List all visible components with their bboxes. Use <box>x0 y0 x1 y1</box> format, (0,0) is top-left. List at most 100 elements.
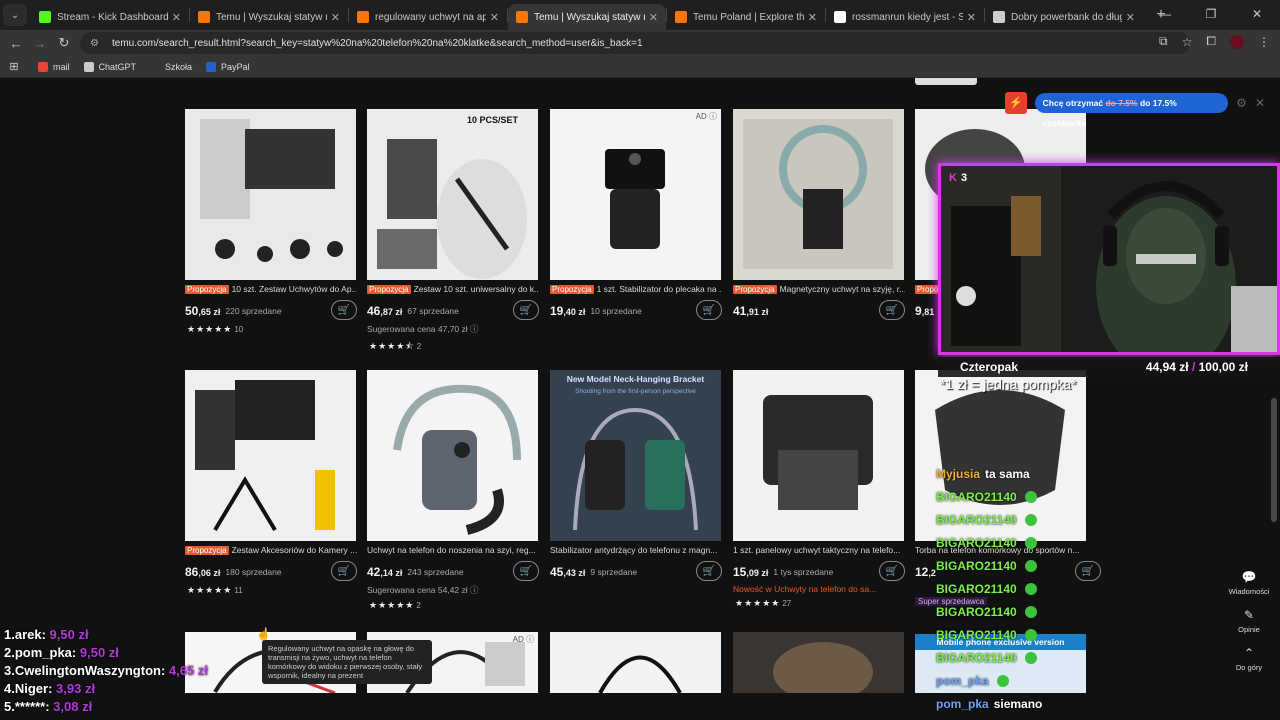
add-to-cart-icon[interactable]: 🛒 <box>331 561 357 581</box>
cashback-button[interactable]: Chcę otrzymać do 7.5% do 17.5% cashbacku <box>1034 93 1229 128</box>
bookmark-item[interactable]: ChatGPT <box>83 61 136 72</box>
product-card[interactable]: AD ⓘ Propozycja 1 szt. Stabilizator do ple… <box>550 109 722 320</box>
reload-icon[interactable]: ↻ <box>52 35 76 51</box>
tab-3[interactable]: regulowany uchwyt na aparat ✕ <box>349 4 507 30</box>
close-tab-icon[interactable]: ✕ <box>649 11 658 24</box>
add-to-cart-icon[interactable]: 🛒 <box>513 561 539 581</box>
bookmark-item[interactable]: Szkoła <box>150 61 192 72</box>
add-to-cart-icon[interactable]: 🛒 <box>696 561 722 581</box>
product-image[interactable] <box>733 370 904 541</box>
viewer-count: K3 <box>949 172 967 184</box>
product-card[interactable]: 10 PCS/SET Propozycja Zestaw 10 szt. uniw… <box>367 109 539 355</box>
tab-5[interactable]: Temu Poland | Explore the Latest ✕ <box>667 4 825 30</box>
back-icon[interactable]: ← <box>4 36 28 51</box>
chat-username: BIGARO21140 <box>936 627 1017 642</box>
rating-count: 11 <box>234 586 243 595</box>
product-title-text: Zestaw Akcesoriów do Kamery ... <box>231 545 357 555</box>
leaderboard-amount: 9,50 zł <box>49 627 89 642</box>
product-title-text: Stabilizator antydrżący do telefonu z ma… <box>550 545 718 555</box>
tab-6[interactable]: rossmanrun kiedy jest - Szukaj ✕ <box>826 4 984 30</box>
product-card[interactable]: Propozycja Zestaw Akcesoriów do Kamery ..… <box>185 370 357 596</box>
close-tab-icon[interactable]: ✕ <box>808 11 817 24</box>
product-image[interactable] <box>185 370 356 541</box>
tab-1[interactable]: Stream - Kick Dashboard ✕ <box>31 4 189 30</box>
minimize-icon[interactable]: — <box>1142 0 1188 30</box>
price-main: 45 <box>550 565 564 579</box>
add-to-cart-icon[interactable]: 🛒 <box>696 300 722 320</box>
product-image[interactable] <box>733 109 904 280</box>
product-image[interactable] <box>550 632 721 693</box>
product-title[interactable]: Stabilizator antydrżący do telefonu z ma… <box>550 545 722 557</box>
close-tab-icon[interactable]: ✕ <box>967 11 976 24</box>
add-to-cart-icon[interactable]: 🛒 <box>331 300 357 320</box>
bookmark-item[interactable]: mail <box>38 61 70 72</box>
price-row: 86,06 zł 180 sprzedane 🛒 <box>185 561 357 581</box>
close-window-icon[interactable]: ✕ <box>1234 0 1280 30</box>
apps-grid-icon[interactable]: ⊞ <box>0 60 28 73</box>
cast-icon[interactable]: ⧉ <box>1159 34 1168 49</box>
menu-icon[interactable]: ⋮ <box>1258 35 1270 49</box>
right-nav-opinie[interactable]: ✎ Opinie <box>1228 608 1270 634</box>
add-to-cart-icon[interactable]: 🛒 <box>879 561 905 581</box>
product-image[interactable] <box>185 109 356 280</box>
chat-username: BIGARO21140 <box>936 650 1017 665</box>
right-nav-dogry[interactable]: ⌃ Do góry <box>1228 646 1270 672</box>
product-title[interactable]: Propozycja 10 szt. Zestaw Uchwytów do Ap.… <box>185 284 357 296</box>
price: 42,14 zł <box>367 565 402 579</box>
donation-goal-bar: Czteropak 44,94 zł / 100,00 zł <box>938 357 1280 377</box>
bookmark-item[interactable]: PayPal <box>206 61 250 72</box>
close-tab-icon[interactable]: ✕ <box>331 11 340 24</box>
bookmark-star-icon[interactable]: ☆ <box>1182 35 1193 49</box>
close-icon[interactable]: ✕ <box>1255 96 1265 110</box>
scrollbar-thumb[interactable] <box>1271 398 1277 522</box>
product-title[interactable]: Propozycja Magnetyczny uchwyt na szyję, r… <box>733 284 905 296</box>
add-to-cart-icon[interactable]: 🛒 <box>513 300 539 320</box>
product-image[interactable] <box>733 632 904 693</box>
product-card[interactable]: 1 szt. panelowy uchwyt taktyczny na tele… <box>733 370 905 609</box>
product-card[interactable]: Propozycja 10 szt. Zestaw Uchwytów do Ap.… <box>185 109 357 335</box>
tab-2[interactable]: Temu | Wyszukaj statyw na telefon ✕ <box>190 4 348 30</box>
right-nav-wiadomoci[interactable]: 💬 Wiadomości <box>1228 570 1270 596</box>
price-main: 86 <box>185 565 199 579</box>
tab-4[interactable]: Temu | Wyszukaj statyw na telefon ✕ <box>508 4 666 30</box>
chat-username: BIGARO21140 <box>936 604 1017 619</box>
price: 50,65 zł <box>185 304 220 318</box>
site-info-icon[interactable]: ⚙ <box>90 38 104 49</box>
chat-text: siemano <box>993 696 1043 711</box>
emote-icon <box>1024 513 1037 526</box>
product-image[interactable]: New Model Neck-Hanging Bracket Shooting … <box>550 370 721 541</box>
suggested-price: Sugerowana cena 54,42 zł ⓘ <box>367 585 479 595</box>
price-decimal: ,87 zł <box>380 307 403 317</box>
price-main: 15 <box>733 565 747 579</box>
product-title[interactable]: 1 szt. panelowy uchwyt taktyczny na tele… <box>733 545 905 557</box>
close-tab-icon[interactable]: ✕ <box>1126 11 1135 24</box>
restore-icon[interactable]: ❐ <box>1188 0 1234 30</box>
product-title[interactable]: Uchwyt na telefon do noszenia na szyi, r… <box>367 545 539 557</box>
settings-gear-icon[interactable]: ⚙ <box>1236 96 1247 110</box>
add-to-cart-icon[interactable]: 🛒 <box>879 300 905 320</box>
url-field[interactable]: ⚙ temu.com/search_result.html?search_key… <box>80 32 1190 54</box>
forward-icon[interactable]: → <box>28 36 52 51</box>
profile-avatar[interactable] <box>1230 34 1244 49</box>
product-image[interactable]: AD ⓘ <box>550 109 721 280</box>
product-title[interactable]: Propozycja Zestaw 10 szt. uniwersalny do … <box>367 284 539 296</box>
close-tab-icon[interactable]: ✕ <box>490 11 499 24</box>
product-image[interactable] <box>367 370 538 541</box>
stars-icon: ★★★★⯪ <box>369 341 415 351</box>
close-tab-icon[interactable]: ✕ <box>172 11 181 24</box>
product-card[interactable]: Propozycja Magnetyczny uchwyt na szyję, r… <box>733 109 905 320</box>
tab-7[interactable]: Dobry powerbank do długiego ✕ <box>985 4 1143 30</box>
donation-target: 100,00 zł <box>1198 360 1248 374</box>
product-card[interactable]: Uchwyt na telefon do noszenia na szyi, r… <box>367 370 539 611</box>
leaderboard-amount: 3,93 zł <box>56 681 96 696</box>
product-title[interactable]: Propozycja Zestaw Akcesoriów do Kamery ..… <box>185 545 357 557</box>
filter-chip[interactable] <box>915 78 977 85</box>
product-title[interactable]: Propozycja 1 szt. Stabilizator do plecaka… <box>550 284 722 296</box>
product-card[interactable]: New Model Neck-Hanging Bracket Shooting … <box>550 370 722 581</box>
product-image[interactable]: 10 PCS/SET <box>367 109 538 280</box>
stars-icon: ★★★★★ <box>187 585 233 595</box>
sold-count: 10 sprzedane <box>590 306 642 316</box>
extensions-icon[interactable]: ⧠ <box>1206 34 1216 49</box>
tab-title: Dobry powerbank do długiego <box>1011 11 1122 23</box>
tab-search-button[interactable]: ⌄ <box>3 4 27 26</box>
